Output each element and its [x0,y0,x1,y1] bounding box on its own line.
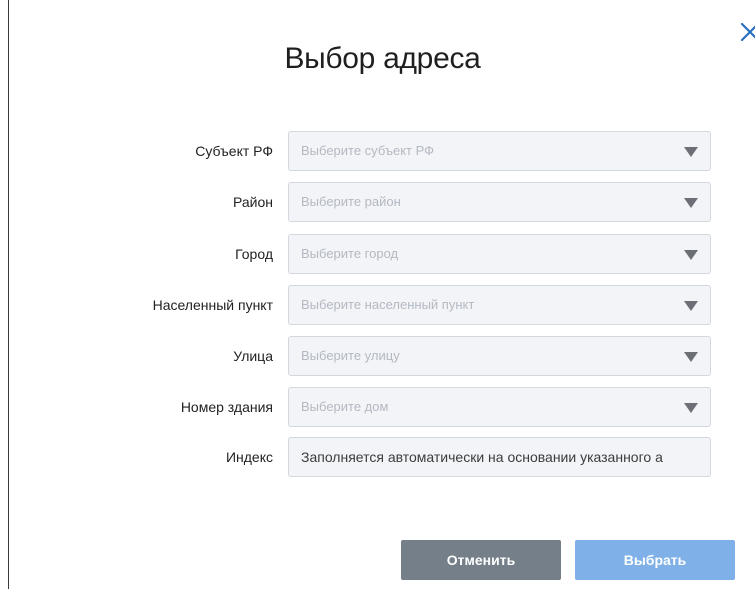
chevron-down-icon [684,301,698,311]
chevron-down-icon [684,198,698,208]
chevron-down-icon [684,352,698,362]
street-placeholder: Выберите улицу [301,348,400,363]
index-value: Заполняется автоматически на основании у… [301,449,663,465]
dialog-title: Выбор адреса [284,42,481,75]
city-label: Город [235,246,273,262]
index-label: Индекс [225,449,273,465]
region-placeholder: Выберите субъект РФ [301,143,435,158]
settlement-placeholder: Выберите населенный пункт [301,297,475,312]
region-label: Субъект РФ [195,143,273,159]
chevron-down-icon [684,403,698,413]
building-label: Номер здания [180,399,273,415]
district-label: Район [233,194,273,210]
district-placeholder: Выберите район [301,194,401,209]
building-select[interactable]: Выберите дом [288,387,711,427]
settlement-label: Населенный пункт [152,297,273,313]
chevron-down-icon [684,250,698,260]
district-select[interactable]: Выберите район [288,182,711,222]
form-row-district: Район Выберите район [9,182,755,226]
city-placeholder: Выберите город [301,246,399,261]
form-row-city: Город Выберите город [9,234,755,278]
street-label: Улица [233,348,273,364]
chevron-down-icon [684,147,698,157]
form-row-index: Индекс Заполняется автоматически на осно… [9,437,755,481]
form-row-settlement: Населенный пункт Выберите населенный пун… [9,285,755,329]
street-select[interactable]: Выберите улицу [288,336,711,376]
cancel-button[interactable]: Отменить [401,540,561,580]
form-row-region: Субъект РФ Выберите субъект РФ [9,131,755,175]
form-row-street: Улица Выберите улицу [9,336,755,380]
index-field[interactable]: Заполняется автоматически на основании у… [288,437,711,477]
region-select[interactable]: Выберите субъект РФ [288,131,711,171]
select-button[interactable]: Выбрать [575,540,735,580]
address-selection-dialog: Выбор адреса Субъект РФ Выберите субъект… [8,0,755,589]
form-row-building: Номер здания Выберите дом [9,387,755,431]
city-select[interactable]: Выберите город [288,234,711,274]
building-placeholder: Выберите дом [301,399,389,414]
settlement-select[interactable]: Выберите населенный пункт [288,285,711,325]
